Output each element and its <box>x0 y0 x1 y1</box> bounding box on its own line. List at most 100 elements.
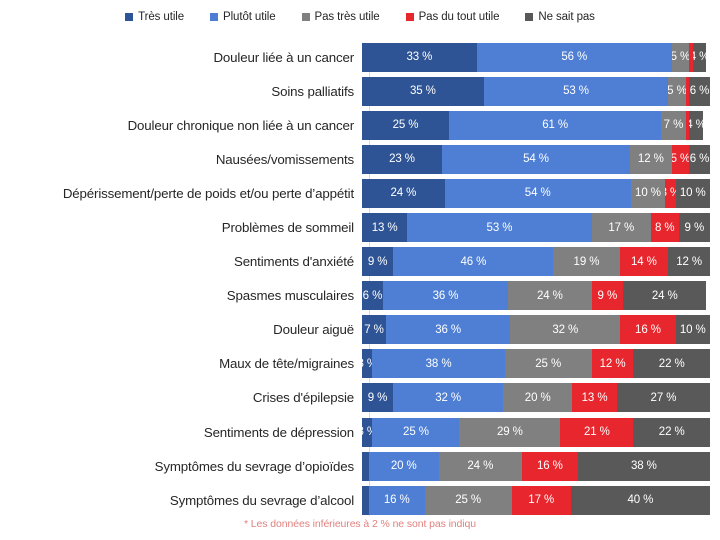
bar-segment[interactable]: 24 % <box>508 281 592 311</box>
bar-segment[interactable]: 10 % <box>675 178 710 208</box>
bar-segment[interactable]: 38 % <box>372 349 505 379</box>
bar-segment[interactable]: 21 % <box>560 417 634 447</box>
bar-segment[interactable]: 40 % <box>570 485 710 515</box>
legend-item[interactable]: Pas du tout utile <box>405 11 499 23</box>
bar-segment[interactable]: 24 % <box>362 178 445 208</box>
bar-segment[interactable]: 17 % <box>591 213 651 243</box>
bar-segment[interactable]: 35 % <box>362 76 484 106</box>
bar-segment[interactable]: 16 % <box>620 315 676 345</box>
bar-segment[interactable]: 22 % <box>633 349 710 379</box>
bar-segment[interactable]: 10 % <box>675 315 710 345</box>
bar-segment[interactable]: 46 % <box>393 247 554 277</box>
bar-segment[interactable]: 27 % <box>616 383 710 413</box>
bar-segment[interactable]: 54 % <box>444 178 631 208</box>
bar-segment[interactable]: 22 % <box>633 417 710 447</box>
bar-segment[interactable]: 9 % <box>591 281 623 311</box>
legend-item[interactable]: Pas très utile <box>301 11 380 23</box>
bar-segment[interactable]: 7 % <box>661 110 686 140</box>
chart-row: Symptômes du sevrage d’alcool 16 % 25 % 17 … <box>0 483 720 517</box>
bar-segment[interactable]: 16 % <box>522 451 578 481</box>
bar-segment[interactable]: 25 % <box>362 110 449 140</box>
bar-segment[interactable]: 38 % <box>577 451 710 481</box>
bar-segment[interactable]: 20 % <box>368 451 439 481</box>
bar-segment[interactable]: 13 % <box>362 213 408 243</box>
chart-row: Sentiments de dépression 3 % 25 % 29 % 21 % 2… <box>0 415 720 449</box>
bar-segment[interactable]: 5 % <box>671 144 690 174</box>
bar-segment[interactable]: 9 % <box>362 247 394 277</box>
chart-row: Spasmes musculaires 6 % 36 % 24 % 9 % 24 % <box>0 279 720 313</box>
bar-segment[interactable]: 23 % <box>362 144 443 174</box>
bar-segment[interactable]: 61 % <box>449 110 662 140</box>
bar-segment-label: 13 % <box>371 221 398 234</box>
bar-segment-label: 24 % <box>651 289 678 302</box>
category-label: Symptômes du sevrage d’opioïdes <box>154 458 355 474</box>
bar-segment-label: 12 % <box>676 255 702 268</box>
bar-segment[interactable] <box>362 485 369 515</box>
bar-segment[interactable]: 3 % <box>362 417 373 447</box>
bar-segment[interactable] <box>362 451 369 481</box>
chart-footnote: * Les données inférieures à 2 % ne sont … <box>244 518 476 530</box>
bar-segment[interactable]: 8 % <box>650 213 679 243</box>
stacked-bar: 33 % 56 % 5 %4 % <box>362 42 707 72</box>
stacked-bar: 24 % 54 % 10 % 3 % 10 % <box>362 178 710 208</box>
bar-segment[interactable]: 25 % <box>372 417 460 447</box>
chart-rows: Douleur liée à un cancer33 %56 %5 %4 %So… <box>0 40 720 517</box>
bar-segment[interactable]: 36 % <box>386 315 511 345</box>
bar-segment[interactable]: 12 % <box>668 247 710 277</box>
bar-segment[interactable]: 20 % <box>503 383 573 413</box>
bar-segment[interactable]: 9 % <box>362 383 393 413</box>
bar-segment[interactable]: 19 % <box>553 247 620 277</box>
bar-segment-label: 8 % <box>654 221 675 234</box>
legend-item[interactable]: Plutôt utile <box>210 11 276 23</box>
stacked-bar-chart: Très utile Plutôt utile Pas très utile Pas … <box>0 0 720 540</box>
bar-segment-label: 5 % <box>668 85 685 98</box>
bar-segment[interactable]: 6 % <box>362 281 383 311</box>
bar-segment-label: 6 % <box>689 85 710 98</box>
bar-segment[interactable]: 24 % <box>438 451 523 481</box>
bar-segment-label: 54 % <box>523 153 549 166</box>
legend-item[interactable]: Ne sait pas <box>525 11 595 23</box>
stacked-bar: 20 % 24 % 16 % 38 % <box>362 451 710 481</box>
bar-segment[interactable]: 17 % <box>511 485 571 515</box>
bar-segment[interactable]: 12 % <box>591 349 634 379</box>
bar-segment[interactable]: 5 % <box>671 42 690 72</box>
bar-segment[interactable]: 32 % <box>510 315 621 345</box>
bar-segment[interactable]: 36 % <box>382 281 509 311</box>
bar-segment[interactable]: 32 % <box>393 383 504 413</box>
bar-segment[interactable]: 53 % <box>407 213 592 243</box>
bar-segment[interactable]: 25 % <box>504 349 592 379</box>
bar-segment[interactable]: 7 % <box>362 315 387 345</box>
bar-segment[interactable]: 9 % <box>678 213 710 243</box>
bar-segment[interactable]: 53 % <box>483 76 669 106</box>
bar-segment[interactable]: 14 % <box>619 247 669 277</box>
category-label: Problèmes de sommeil <box>221 220 354 236</box>
bar-segment-label: 16 % <box>536 460 563 473</box>
bar-segment[interactable]: 54 % <box>442 144 630 174</box>
bar-segment[interactable]: 25 % <box>424 485 512 515</box>
bar-segment[interactable]: 13 % <box>572 383 617 413</box>
bar-segment-label: 27 % <box>650 391 677 404</box>
bar-segment[interactable]: 3 % <box>362 349 373 379</box>
chart-legend: Très utile Plutôt utile Pas très utile Pas … <box>0 11 720 23</box>
bar-segment[interactable]: 6 % <box>689 76 710 106</box>
bar-segment[interactable]: 6 % <box>689 144 710 174</box>
category-label: Douleur aiguë <box>273 322 354 338</box>
bar-segment[interactable]: 3 % <box>665 178 676 208</box>
bar-segment[interactable]: 56 % <box>476 42 672 72</box>
stacked-bar: 7 % 36 % 32 % 16 % 10 % <box>362 315 710 345</box>
bar-segment-label: 7 % <box>364 323 384 336</box>
bar-segment[interactable]: 5 % <box>668 76 686 106</box>
chart-row: Sentiments d'anxiété 9 % 46 % 19 % 14 % 12 % <box>0 245 720 279</box>
bar-segment[interactable]: 24 % <box>622 281 707 311</box>
bar-segment[interactable]: 33 % <box>362 42 477 72</box>
bar-segment-label: 25 % <box>403 426 429 439</box>
bar-segment-label: 53 % <box>563 85 589 98</box>
legend-item[interactable]: Très utile <box>125 11 184 23</box>
bar-segment[interactable]: 29 % <box>459 417 561 447</box>
bar-segment[interactable]: 4 % <box>692 42 707 72</box>
bar-segment[interactable]: 4 % <box>689 110 703 140</box>
legend-swatch-icon <box>405 13 414 21</box>
bar-segment[interactable]: 12 % <box>629 144 672 174</box>
bar-segment[interactable]: 10 % <box>630 178 666 208</box>
bar-segment[interactable]: 16 % <box>368 485 425 515</box>
